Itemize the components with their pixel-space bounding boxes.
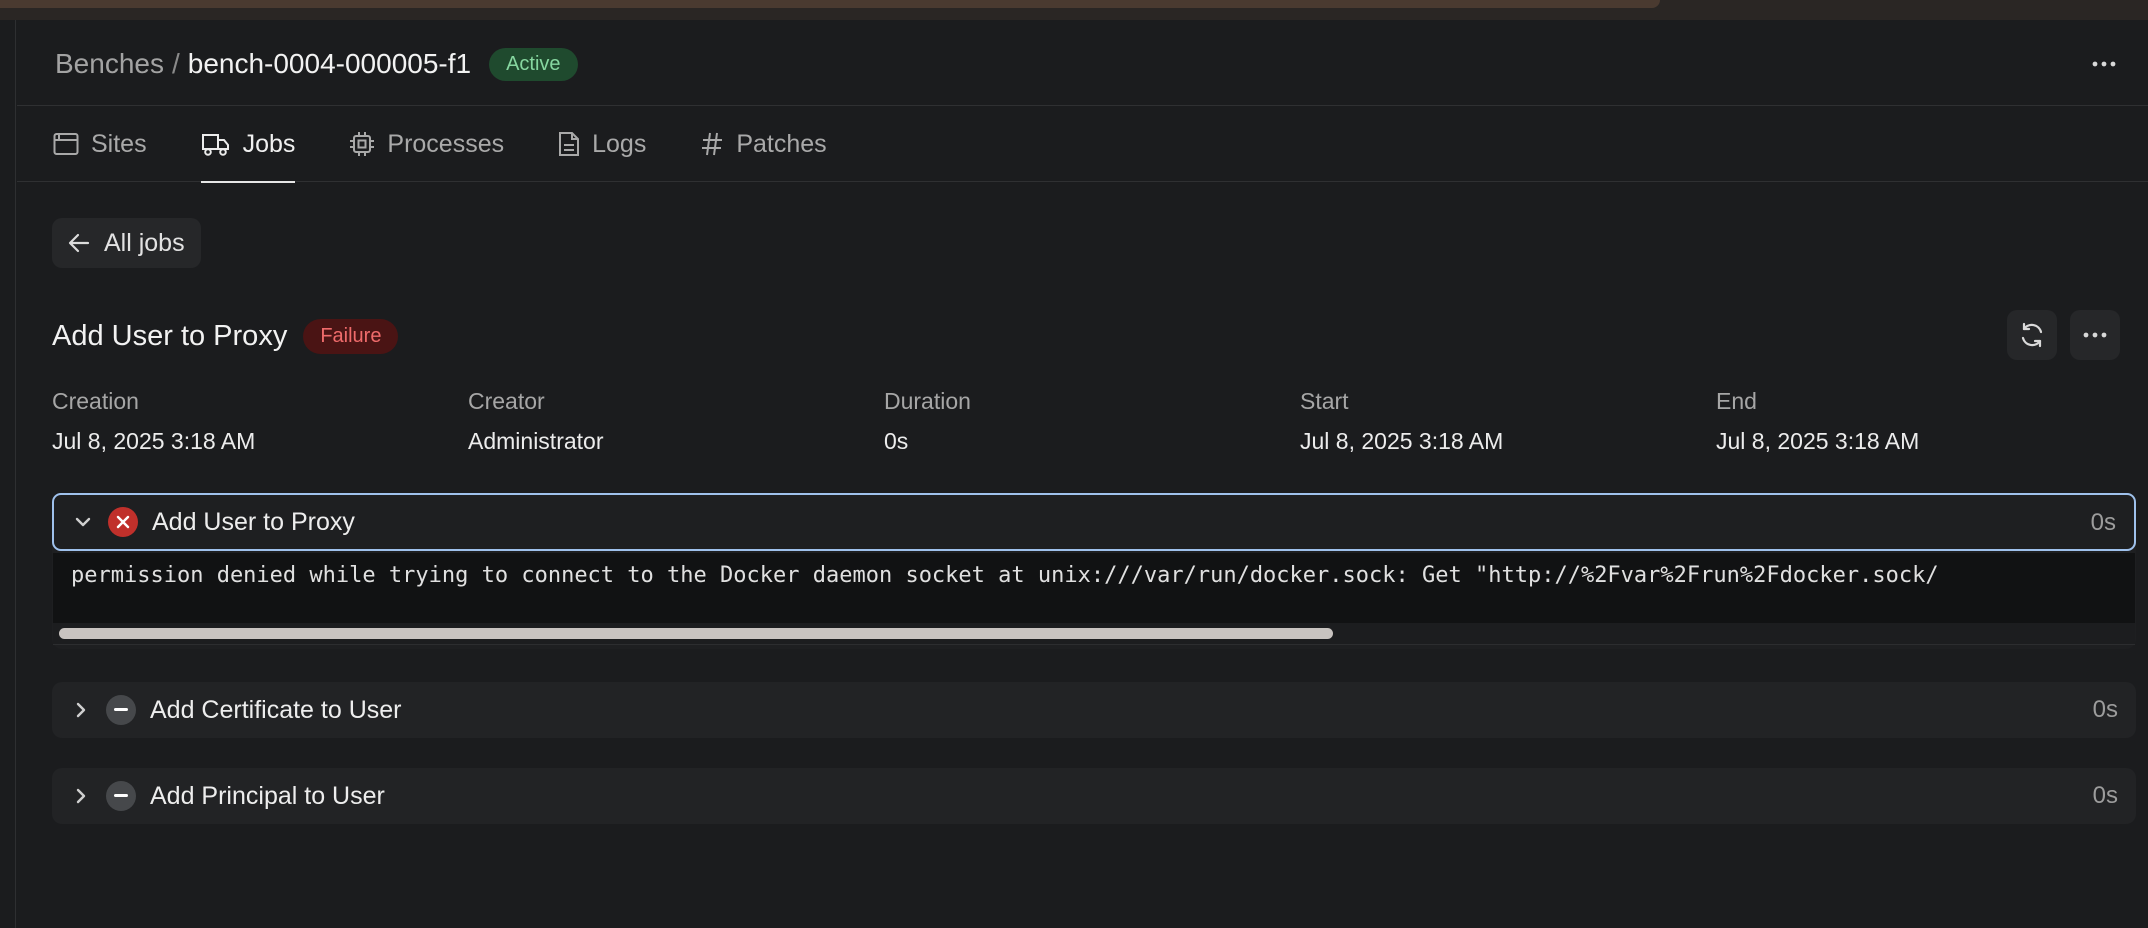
job-meta: Creation Jul 8, 2025 3:18 AM Creator Adm… (52, 388, 2132, 455)
more-horizontal-icon[interactable] (2084, 48, 2124, 80)
step-duration: 0s (2092, 782, 2118, 809)
step-name: Add Certificate to User (150, 695, 402, 724)
truck-icon (201, 134, 229, 156)
meta-value: 0s (884, 428, 909, 454)
chevron-right-icon (70, 785, 92, 807)
tab-label: Sites (91, 129, 147, 158)
meta-creation: Creation Jul 8, 2025 3:18 AM (52, 388, 468, 455)
failure-badge: Failure (303, 318, 399, 354)
tab-logs[interactable]: Logs (558, 106, 646, 182)
tab-jobs[interactable]: Jobs (200, 106, 296, 183)
step-add-user-to-proxy: Add User to Proxy 0s permission denied w… (52, 493, 2136, 649)
refresh-button[interactable] (2007, 310, 2057, 360)
file-text-icon (559, 132, 580, 156)
step-add-certificate-to-user: Add Certificate to User 0s (52, 682, 2136, 738)
meta-end: End Jul 8, 2025 3:18 AM (1716, 388, 2132, 455)
page-header: Benches / bench-0004-000005-f1 Active (17, 20, 2148, 106)
chevron-down-icon (72, 511, 94, 533)
cpu-icon (350, 132, 375, 156)
arrow-left-icon (68, 233, 90, 253)
meta-duration: Duration 0s (884, 388, 1300, 455)
step-header[interactable]: Add Principal to User 0s (52, 768, 2136, 824)
more-horizontal-icon (2083, 332, 2107, 338)
skipped-icon (106, 781, 136, 811)
meta-label: Creator (468, 388, 545, 414)
meta-label: Duration (884, 388, 971, 414)
horizontal-scrollbar[interactable] (53, 623, 2135, 645)
meta-label: End (1716, 388, 1757, 414)
browser-window-icon (53, 133, 79, 155)
meta-label: Creation (52, 388, 139, 414)
status-badge: Active (489, 47, 578, 81)
step-duration: 0s (2092, 696, 2118, 723)
job-title-row: Add User to Proxy Failure (52, 314, 399, 358)
tab-processes[interactable]: Processes (349, 106, 504, 182)
step-header[interactable]: Add Certificate to User 0s (52, 682, 2136, 738)
scrollbar-thumb[interactable] (59, 628, 1333, 639)
step-name: Add Principal to User (150, 781, 385, 810)
meta-value: Jul 8, 2025 3:18 AM (1300, 428, 1504, 454)
breadcrumb: Benches / bench-0004-000005-f1 Active (55, 44, 578, 84)
tab-patches[interactable]: Patches (700, 106, 827, 182)
breadcrumb-separator: / (171, 48, 180, 79)
meta-value: Administrator (468, 428, 604, 454)
all-jobs-label: All jobs (104, 228, 185, 257)
meta-value: Jul 8, 2025 3:18 AM (52, 428, 256, 454)
skipped-icon (106, 695, 136, 725)
failure-icon (108, 507, 138, 537)
job-menu-button[interactable] (2070, 310, 2120, 360)
step-name: Add User to Proxy (152, 507, 355, 536)
step-output-text: permission denied while trying to connec… (71, 563, 1939, 588)
tab-label: Patches (736, 129, 827, 158)
breadcrumb-current: bench-0004-000005-f1 (187, 48, 472, 79)
all-jobs-button[interactable]: All jobs (52, 218, 201, 268)
left-rail (0, 20, 16, 928)
tab-bar: Sites Jobs Processes Logs Patches (17, 106, 2148, 183)
window-top-strip (0, 0, 2148, 20)
step-output: permission denied while trying to connec… (53, 553, 2135, 623)
refresh-icon (2021, 322, 2043, 348)
tab-sites[interactable]: Sites (53, 106, 147, 182)
hash-icon (702, 132, 723, 156)
tab-label: Jobs (242, 129, 296, 158)
job-title: Add User to Proxy (52, 319, 288, 352)
meta-creator: Creator Administrator (468, 388, 884, 455)
breadcrumb-benches[interactable]: Benches (55, 48, 164, 80)
tab-label: Processes (387, 129, 505, 158)
tab-label: Logs (592, 129, 647, 158)
step-add-principal-to-user: Add Principal to User 0s (52, 768, 2136, 824)
meta-start: Start Jul 8, 2025 3:18 AM (1300, 388, 1716, 455)
chevron-right-icon (70, 699, 92, 721)
meta-label: Start (1300, 388, 1349, 414)
main-panel: Benches / bench-0004-000005-f1 Active Si… (17, 20, 2148, 928)
meta-value: Jul 8, 2025 3:18 AM (1716, 428, 1920, 454)
window-top-strip-accent (0, 0, 1660, 8)
step-header[interactable]: Add User to Proxy 0s (52, 493, 2136, 551)
step-duration: 0s (2090, 509, 2116, 536)
